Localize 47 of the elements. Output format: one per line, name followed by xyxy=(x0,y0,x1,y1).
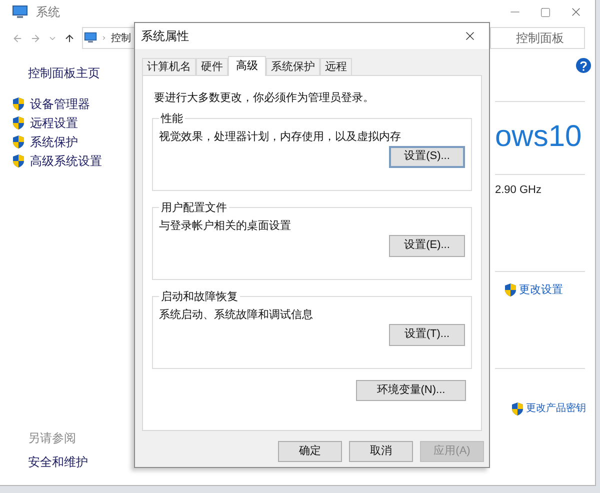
dialog-title: 系统属性 xyxy=(141,28,189,45)
search-field[interactable]: 控制面板 xyxy=(490,27,585,49)
shield-icon xyxy=(511,402,524,416)
change-settings-link[interactable]: 更改设置 xyxy=(519,282,563,298)
settings-button[interactable]: 设置(E)... xyxy=(389,234,465,256)
sidebar-link[interactable]: 安全和维护 xyxy=(28,453,134,471)
tab[interactable]: 计算机名 xyxy=(142,58,196,75)
group-description: 系统启动、系统故障和调试信息 xyxy=(159,308,314,323)
chevron-icon xyxy=(101,35,107,41)
group-title: 启动和故障恢复 xyxy=(160,290,239,304)
group-description: 视觉效果，处理器计划，内存使用，以及虚拟内存 xyxy=(159,130,402,145)
shield-icon xyxy=(12,116,25,130)
tab[interactable]: 硬件 xyxy=(196,58,228,75)
group-title: 用户配置文件 xyxy=(160,200,228,216)
shield-icon xyxy=(12,154,25,168)
monitor-icon xyxy=(12,5,28,19)
window-title: 系统 xyxy=(36,4,60,21)
dialog-button[interactable]: 确定 xyxy=(278,441,342,462)
tab[interactable]: 远程 xyxy=(320,58,352,75)
maximize-icon[interactable] xyxy=(540,6,551,18)
forward-icon[interactable] xyxy=(30,32,41,44)
dialog-button[interactable]: 取消 xyxy=(349,441,413,462)
cpu-speed: 2.90 GHz xyxy=(495,183,542,198)
see-also-heading: 另请参阅 xyxy=(28,430,77,447)
tab[interactable]: 高级 xyxy=(228,56,266,76)
monitor-icon xyxy=(84,32,97,44)
sidebar-link[interactable]: 高级系统设置 xyxy=(30,152,102,170)
sidebar-link[interactable]: 设备管理器 xyxy=(30,94,90,112)
shield-icon xyxy=(504,282,517,297)
help-icon[interactable] xyxy=(576,58,591,73)
shield-icon xyxy=(12,96,25,110)
sidebar-link[interactable]: 系统保护 xyxy=(30,132,78,150)
back-icon[interactable] xyxy=(12,32,23,44)
breadcrumb: 控制 xyxy=(111,32,131,46)
environment-variables-button[interactable]: 环境变量(N)... xyxy=(356,380,466,400)
admin-notice: 要进行大多数更改，你必须作为管理员登录。 xyxy=(154,90,375,106)
settings-button[interactable]: 设置(S)... xyxy=(389,146,465,168)
group-description: 与登录帐户相关的桌面设置 xyxy=(159,218,292,234)
change-key-link[interactable]: 更改产品密钥 xyxy=(526,401,586,416)
tab[interactable]: 系统保护 xyxy=(266,58,320,75)
sidebar-home-link[interactable]: 控制面板主页 xyxy=(28,64,134,82)
sidebar-link[interactable]: 远程设置 xyxy=(30,114,78,132)
group-title: 性能 xyxy=(160,112,184,126)
settings-button[interactable]: 设置(T)... xyxy=(389,324,465,346)
shield-icon xyxy=(12,134,25,148)
up-icon[interactable] xyxy=(64,32,75,44)
windows-logo-text: ows10 xyxy=(495,122,583,152)
